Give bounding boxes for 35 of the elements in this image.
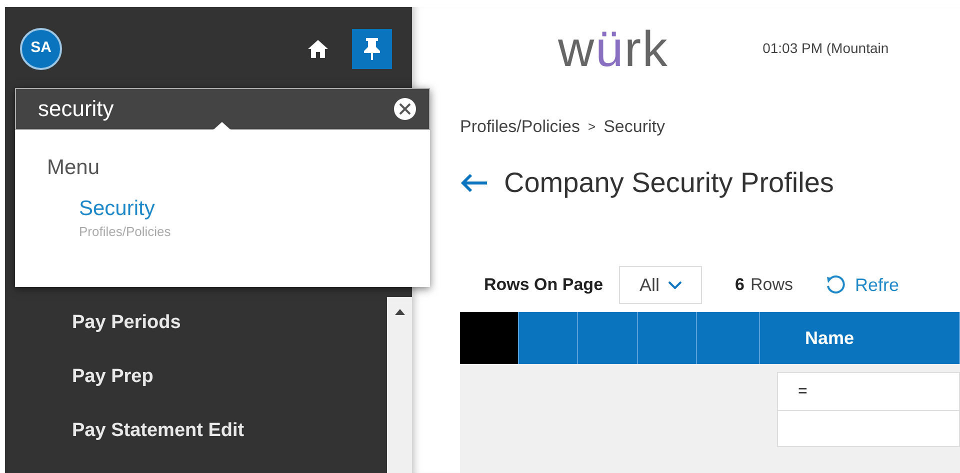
refresh-icon (825, 275, 846, 295)
nav-item[interactable]: Pay Statement Edit (72, 419, 244, 443)
header-cell[interactable] (697, 312, 760, 364)
header-cell (460, 312, 519, 364)
breadcrumb-link[interactable]: Profiles/Policies (460, 114, 580, 140)
row-count-label: Rows (750, 274, 794, 296)
scrollbar[interactable] (387, 297, 412, 473)
breadcrumb-current: Security (604, 116, 666, 138)
nav-item[interactable]: Pay Prep (72, 365, 154, 389)
result-subtitle: Profiles/Policies (79, 222, 171, 240)
rows-on-page-label: Rows On Page (484, 274, 604, 296)
logo: würk (558, 24, 669, 78)
column-header[interactable]: Name (760, 312, 960, 364)
header-cell[interactable] (638, 312, 697, 364)
filter-value-field[interactable] (777, 411, 960, 447)
user-avatar[interactable]: SA (20, 28, 62, 70)
pin-button[interactable] (352, 28, 392, 68)
scroll-up-arrow-icon[interactable] (394, 309, 404, 315)
result-group-label: Menu (47, 155, 101, 181)
clock-text: 01:03 PM (Mountain (762, 39, 889, 58)
nav-item[interactable]: Pay Periods (72, 311, 181, 335)
filter-operator-field[interactable]: = (777, 372, 960, 411)
breadcrumb-separator: > (588, 118, 596, 136)
pin-icon (362, 36, 382, 60)
chevron-down-icon (668, 281, 682, 289)
search-result-link[interactable]: Security (79, 196, 155, 222)
header-cell[interactable] (578, 312, 638, 364)
page-title: Company Security Profiles (504, 166, 834, 200)
popup-pointer (212, 122, 232, 131)
refresh-button[interactable]: Refre (825, 272, 900, 298)
search-field[interactable]: security (15, 88, 430, 130)
back-arrow-icon[interactable] (460, 172, 490, 194)
row-count: 6 (735, 274, 744, 296)
rows-dropdown[interactable]: All (619, 266, 702, 304)
header-cell[interactable] (519, 312, 578, 364)
